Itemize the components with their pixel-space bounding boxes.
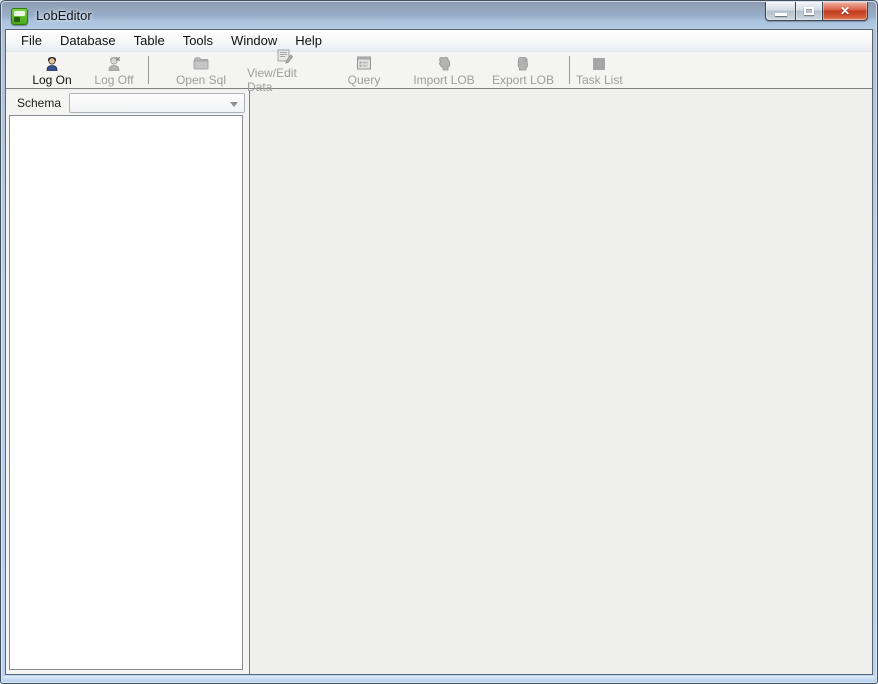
toolbar-separator bbox=[148, 56, 149, 84]
export-lob-button[interactable]: Export LOB bbox=[483, 52, 563, 88]
folder-icon bbox=[192, 55, 210, 72]
minimize-icon bbox=[774, 12, 787, 16]
maximize-button[interactable] bbox=[795, 2, 823, 21]
frame-bottom-highlight bbox=[3, 676, 875, 681]
schema-tree-panel[interactable] bbox=[9, 115, 243, 670]
task-list-button[interactable]: Task List bbox=[576, 52, 623, 88]
user-logon-icon bbox=[43, 55, 61, 72]
user-logoff-icon bbox=[105, 55, 123, 72]
maximize-icon bbox=[804, 7, 814, 15]
minimize-button[interactable] bbox=[765, 2, 795, 21]
task-list-icon bbox=[590, 55, 608, 72]
title-bar[interactable]: LobEditor ✕ bbox=[2, 2, 876, 29]
toolbar: Log On Log Off Open Sql View/Edit Data Q… bbox=[6, 49, 872, 94]
toolbar-separator bbox=[569, 56, 570, 84]
import-lob-label: Import LOB bbox=[413, 73, 475, 87]
menu-tools[interactable]: Tools bbox=[174, 30, 222, 51]
edit-data-icon bbox=[276, 49, 294, 65]
menu-bar: File Database Table Tools Window Help bbox=[6, 30, 872, 52]
titlebar-gloss bbox=[2, 2, 876, 14]
sidebar: Schema bbox=[6, 91, 245, 674]
import-lob-button[interactable]: Import LOB bbox=[405, 52, 483, 88]
app-icon bbox=[11, 8, 28, 25]
schema-label: Schema bbox=[17, 96, 62, 110]
view-edit-data-label: View/Edit Data bbox=[247, 65, 297, 94]
content-area: Schema bbox=[6, 91, 872, 674]
logon-button[interactable]: Log On bbox=[18, 52, 86, 88]
logoff-button[interactable]: Log Off bbox=[86, 52, 142, 88]
caption-buttons: ✕ bbox=[765, 2, 868, 21]
menu-table[interactable]: Table bbox=[125, 30, 174, 51]
close-icon: ✕ bbox=[839, 4, 851, 18]
task-list-label: Task List bbox=[576, 73, 623, 87]
export-lob-icon bbox=[514, 55, 532, 72]
import-lob-icon bbox=[435, 55, 453, 72]
schema-row: Schema bbox=[6, 91, 245, 115]
window-title: LobEditor bbox=[36, 8, 92, 23]
schema-combobox[interactable] bbox=[69, 93, 245, 113]
query-button[interactable]: Query bbox=[323, 52, 405, 88]
logon-label: Log On bbox=[32, 73, 72, 87]
close-button[interactable]: ✕ bbox=[823, 2, 868, 21]
menu-file[interactable]: File bbox=[12, 30, 51, 51]
view-edit-data-button[interactable]: View/Edit Data bbox=[247, 49, 323, 94]
chevron-down-icon bbox=[230, 102, 238, 107]
open-sql-button[interactable]: Open Sql bbox=[155, 52, 247, 88]
mdi-workspace bbox=[250, 91, 872, 674]
open-sql-label: Open Sql bbox=[175, 73, 227, 87]
menu-database[interactable]: Database bbox=[51, 30, 125, 51]
application-window: LobEditor ✕ File Database Table Tools Wi… bbox=[0, 0, 878, 684]
logoff-label: Log Off bbox=[94, 73, 134, 87]
query-label: Query bbox=[347, 73, 381, 87]
export-lob-label: Export LOB bbox=[491, 73, 555, 87]
query-window-icon bbox=[355, 55, 373, 72]
client-area: File Database Table Tools Window Help Lo… bbox=[5, 29, 873, 675]
